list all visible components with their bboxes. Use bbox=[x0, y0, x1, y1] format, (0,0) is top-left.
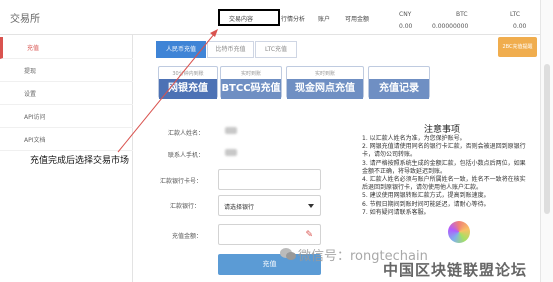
notice-line: 5. 建议使用网银转账汇款方式，提高到账速度。 bbox=[362, 192, 490, 200]
deposit-type-history[interactable]: 充值记录 bbox=[368, 66, 430, 99]
balance-value-ltc: 0.00 bbox=[513, 23, 527, 30]
notice-line: 6. 节假日期间到账时间可能延迟，请耐心等待。 bbox=[362, 200, 490, 208]
amount-input[interactable]: ✎ bbox=[218, 224, 321, 245]
top-bar: 交易所 交易内容 行情分析 账户 可用金额 CNY 0.00 BTC 0.000… bbox=[0, 0, 553, 35]
deposit-type-note: 30分钟内到账 bbox=[172, 71, 204, 77]
account-name-value bbox=[225, 127, 237, 134]
notice-list: 1. 以汇款人姓名为准，为您保护账号。 2. 网银充值请使用同名的银行卡汇款，否… bbox=[362, 135, 530, 217]
sidebar-item-label: 提现 bbox=[24, 68, 37, 75]
deposit-type-note: 实时到账 bbox=[314, 71, 335, 77]
phone-label: 联系人手机： bbox=[168, 152, 205, 159]
notice-line: 4. 汇款人姓名必须与账户所属姓名一致，姓名不一致将在核实后退回到原银行卡，请勿… bbox=[362, 176, 526, 192]
sidebar-item-label: 设置 bbox=[24, 91, 37, 98]
amount-label: 充值金额： bbox=[172, 233, 203, 240]
bank-select[interactable]: 请选择银行 bbox=[218, 195, 321, 216]
balance-value-cny: 0.00 bbox=[399, 23, 413, 30]
nav-available-balance: 可用金额 bbox=[345, 16, 370, 23]
orange-action-button[interactable]: 2BC充值提醒 bbox=[498, 37, 537, 57]
notice-title: 注意事项 bbox=[424, 125, 461, 135]
deposit-type-btcc-code[interactable]: 实时到账 BTCC码充值 bbox=[220, 66, 282, 99]
bank-label: 汇款银行： bbox=[170, 203, 201, 210]
bank-card-input[interactable] bbox=[218, 169, 321, 190]
nav-market-analysis[interactable]: 行情分析 bbox=[281, 14, 305, 23]
deposit-type-label: 充值记录 bbox=[369, 79, 429, 99]
vertical-scrollbar[interactable] bbox=[540, 0, 553, 282]
phone-value bbox=[225, 149, 237, 156]
notice-line: 7. 如有疑问请联系客服。 bbox=[362, 208, 430, 216]
color-wheel-graphic bbox=[448, 221, 470, 243]
tab-btc-deposit[interactable]: 比特币充值 bbox=[207, 41, 254, 58]
deposit-type-label: 现金网点充值 bbox=[287, 79, 363, 99]
balance-value-btc: 0.00000000 bbox=[432, 23, 469, 30]
wechat-icon bbox=[280, 248, 296, 260]
chevron-down-icon bbox=[308, 204, 314, 208]
tab-ltc-deposit[interactable]: LTC充值 bbox=[255, 41, 297, 58]
sidebar-item-label: API访问 bbox=[24, 114, 46, 121]
deposit-type-online-banking[interactable]: 30分钟内到账 网银充值 bbox=[158, 66, 218, 99]
nav-account[interactable]: 账户 bbox=[318, 14, 330, 23]
sidebar-item-withdraw[interactable]: 提现 bbox=[0, 60, 133, 82]
highlight-box bbox=[218, 9, 280, 26]
sidebar-item-settings[interactable]: 设置 bbox=[0, 83, 133, 105]
site-logo[interactable]: 交易所 bbox=[10, 10, 40, 25]
sidebar-item-api-access[interactable]: API访问 bbox=[0, 106, 133, 128]
deposit-type-cash-outlet[interactable]: 实时到账 现金网点充值 bbox=[286, 66, 364, 99]
annotation-text: 充值完成后选择交易市场 bbox=[30, 156, 130, 166]
sidebar-item-label: API文档 bbox=[24, 137, 46, 144]
deposit-type-label: BTCC码充值 bbox=[221, 79, 281, 99]
bank-select-value: 请选择银行 bbox=[224, 204, 255, 211]
notice-line: 1. 以汇款人姓名为准，为您保护账号。 bbox=[362, 135, 466, 142]
balance-currency-btc: BTC bbox=[456, 11, 468, 18]
bank-card-label: 汇款银行卡号： bbox=[160, 178, 203, 185]
notice-line: 2. 网银充值请使用同名的银行卡汇款，否则会被退回到原银行卡，请勿公司转账。 bbox=[362, 143, 526, 159]
balance-currency-cny: CNY bbox=[399, 11, 412, 18]
pen-icon: ✎ bbox=[305, 230, 313, 240]
sidebar-item-deposit[interactable]: 充值 bbox=[0, 37, 133, 59]
account-name-label: 汇款人姓名： bbox=[168, 130, 205, 137]
balance-currency-ltc: LTC bbox=[510, 11, 521, 18]
scrollbar-thumb[interactable] bbox=[544, 64, 550, 214]
tab-cny-deposit[interactable]: 人民币充值 bbox=[156, 41, 206, 58]
sidebar-item-label: 充值 bbox=[27, 45, 40, 52]
notice-line: 3. 请严格按照系统生成的金额汇款，包括小数点后两位，如果金额不正确，将导致延迟… bbox=[362, 159, 526, 175]
watermark-forum: 中国区块链联盟论坛 bbox=[383, 261, 528, 279]
deposit-type-note: 实时到账 bbox=[240, 71, 261, 77]
sidebar-item-api-docs[interactable]: API文档 bbox=[0, 129, 133, 151]
deposit-type-label: 网银充值 bbox=[159, 79, 217, 99]
